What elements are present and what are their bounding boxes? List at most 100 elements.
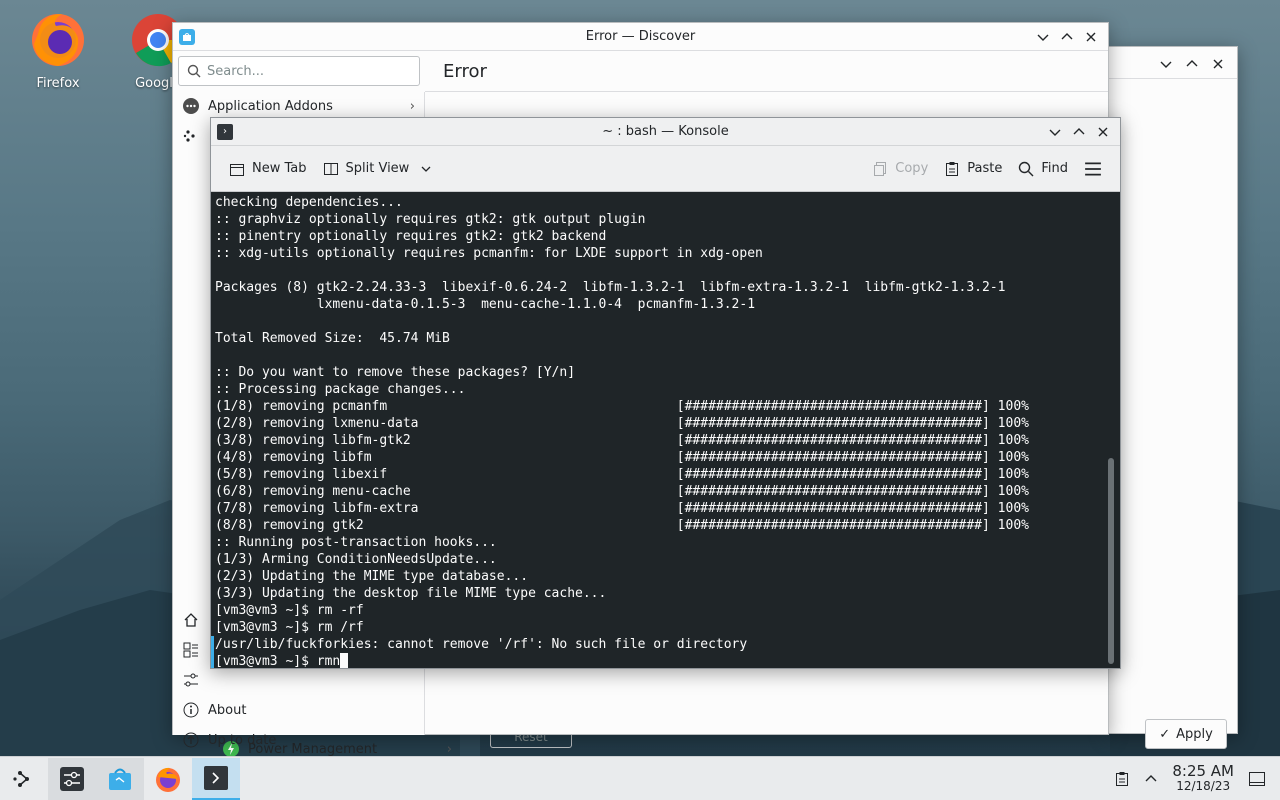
new-tab-button[interactable]: New Tab <box>221 154 315 184</box>
terminal-line: checking dependencies... <box>215 195 403 210</box>
reset-button[interactable]: Reset <box>490 734 572 748</box>
close-icon <box>1086 32 1096 41</box>
terminal-line: Packages (8) gtk2-2.24.33-3 libexif-0.6.… <box>215 280 1006 295</box>
search-icon <box>187 64 201 78</box>
search-icon <box>1019 161 1034 176</box>
new-tab-icon <box>230 163 244 176</box>
sidebar-item-settings[interactable] <box>173 666 425 694</box>
header-divider <box>425 91 1108 92</box>
terminal-line: (2/8) removing lxmenu-data [############… <box>215 416 1029 431</box>
window-title: Error — Discover <box>585 29 696 44</box>
terminal-line: (3/3) Updating the desktop file MIME typ… <box>215 586 607 601</box>
terminal-line: (1/3) Arming ConditionNeedsUpdate... <box>215 552 497 567</box>
chevron-down-icon <box>1037 34 1049 41</box>
terminal-line: :: pinentry optionally requires gtk2: gt… <box>215 229 607 244</box>
apply-button[interactable]: ✓ Apply <box>1145 719 1227 749</box>
terminal-scrollbar[interactable] <box>1108 458 1114 664</box>
minimize-button[interactable] <box>1046 123 1064 141</box>
terminal-line: (5/8) removing libexif [################… <box>215 467 1029 482</box>
konsole-window: › ~ : bash — Konsole New Tab Split View … <box>210 117 1121 669</box>
application-launcher-button[interactable] <box>0 758 48 800</box>
minimize-button[interactable] <box>1157 55 1175 73</box>
terminal-line: /usr/lib/fuckforkies: cannot remove '/rf… <box>211 636 1120 653</box>
split-view-button[interactable]: Split View <box>315 154 441 184</box>
system-tray: 8:25 AM 12/18/23 <box>1114 761 1280 794</box>
desktop-icon-label: Firefox <box>36 76 80 91</box>
sidebar-item-about[interactable]: About <box>173 696 425 724</box>
clipboard-icon[interactable] <box>1114 771 1130 787</box>
clock-date: 12/18/23 <box>1176 778 1231 793</box>
check-icon: ✓ <box>1159 726 1171 742</box>
paste-icon <box>946 161 959 176</box>
more-icon <box>183 98 199 114</box>
maximize-button[interactable] <box>1058 28 1076 46</box>
terminal-line: [vm3@vm3 ~]$ rm /rf <box>215 620 364 635</box>
search-input[interactable] <box>207 63 407 79</box>
discover-titlebar[interactable]: Error — Discover <box>173 23 1108 51</box>
clock-time: 8:25 AM <box>1172 761 1234 780</box>
terminal-line: :: xdg-utils optionally requires pcmanfm… <box>215 246 763 261</box>
taskbar-discover[interactable] <box>96 757 144 800</box>
minimize-button[interactable] <box>1034 28 1052 46</box>
discover-bag-icon <box>109 768 131 790</box>
close-button[interactable] <box>1209 55 1227 73</box>
show-desktop-icon[interactable] <box>1248 770 1266 788</box>
kde-launcher-icon <box>13 770 29 787</box>
new-tab-label: New Tab <box>252 161 307 176</box>
paste-button[interactable]: Paste <box>936 154 1010 184</box>
terminal-line: :: Running post-transaction hooks... <box>215 535 497 550</box>
installed-icon <box>183 642 198 658</box>
find-label: Find <box>1041 161 1068 176</box>
chevron-right-icon: › <box>409 98 415 114</box>
terminal-line: (6/8) removing menu-cache [#############… <box>215 484 1029 499</box>
settings-sliders-icon <box>184 673 198 687</box>
chevron-up-icon <box>1073 127 1085 134</box>
page-title: Error <box>443 61 487 82</box>
taskbar-system-settings[interactable] <box>48 757 96 800</box>
taskbar-konsole[interactable] <box>192 757 240 800</box>
konsole-titlebar[interactable]: › ~ : bash — Konsole <box>211 118 1120 146</box>
copy-label: Copy <box>895 161 929 176</box>
maximize-button[interactable] <box>1070 123 1088 141</box>
chevron-up-icon <box>1061 32 1073 39</box>
terminal-prompt-line[interactable]: [vm3@vm3 ~]$ rmn <box>211 653 1120 668</box>
copy-button[interactable]: Copy <box>864 154 936 184</box>
sidebar-item-application-addons[interactable]: Application Addons › <box>173 92 425 120</box>
split-view-icon <box>323 162 338 175</box>
terminal-output[interactable]: checking dependencies...:: graphviz opti… <box>211 192 1120 668</box>
paste-label: Paste <box>967 161 1003 176</box>
background-window: ✓ Apply <box>1108 46 1238 749</box>
sidebar-item-label: Up to date <box>208 732 277 748</box>
terminal-line: (3/8) removing libfm-gtk2 [#############… <box>215 433 1029 448</box>
konsole-toolbar: New Tab Split View Copy Paste Find <box>211 146 1120 192</box>
chevron-right-icon: › <box>446 741 452 757</box>
chevron-down-icon <box>1049 129 1061 136</box>
search-field[interactable] <box>178 56 420 86</box>
terminal-line: (2/3) Updating the MIME type database... <box>215 569 529 584</box>
terminal-line: [vm3@vm3 ~]$ rm -rf <box>215 603 364 618</box>
chevron-up-icon[interactable] <box>1144 772 1158 786</box>
hamburger-menu-button[interactable] <box>1076 154 1110 184</box>
close-icon <box>1098 127 1108 136</box>
terminal-app-icon: › <box>217 123 233 140</box>
maximize-button[interactable] <box>1183 55 1201 73</box>
split-view-label: Split View <box>345 161 410 176</box>
close-button[interactable] <box>1082 28 1100 46</box>
terminal-line: (7/8) removing libfm-extra [############… <box>215 501 1029 516</box>
window-title: ~ : bash — Konsole <box>602 124 729 139</box>
hamburger-menu-icon <box>1085 161 1101 176</box>
close-button[interactable] <box>1094 123 1112 141</box>
kde-icon <box>183 130 195 142</box>
info-icon <box>183 702 199 718</box>
home-icon <box>184 613 198 627</box>
terminal-line: Total Removed Size: 45.74 MiB <box>215 331 450 346</box>
taskbar: 8:25 AM 12/18/23 <box>0 756 1280 800</box>
taskbar-firefox[interactable] <box>144 758 192 800</box>
sidebar-item-updates[interactable]: Up to date <box>173 726 425 754</box>
find-button[interactable]: Find <box>1010 154 1076 184</box>
digital-clock[interactable]: 8:25 AM 12/18/23 <box>1172 761 1234 794</box>
desktop-icon-firefox[interactable]: Firefox <box>18 8 98 91</box>
